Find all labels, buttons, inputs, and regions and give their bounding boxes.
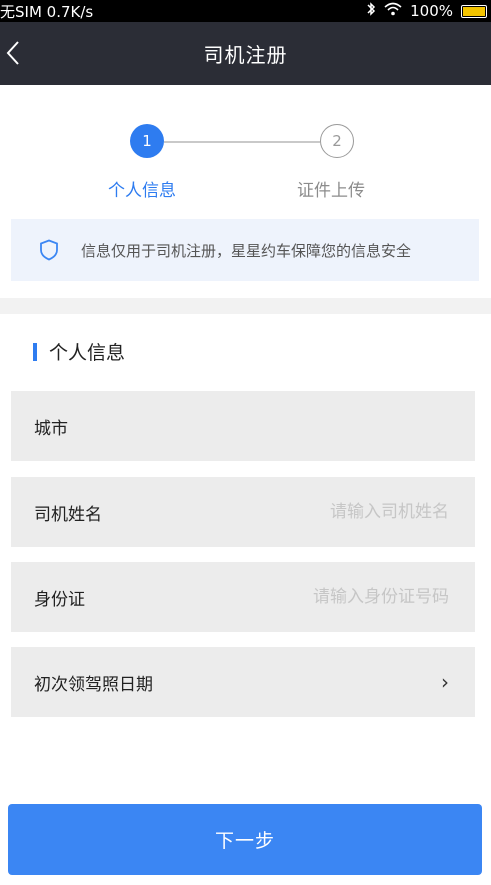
step-connector bbox=[164, 141, 320, 143]
section-title: 个人信息 bbox=[49, 342, 126, 364]
carrier-text: 无SIM 0.7K/s bbox=[0, 2, 94, 21]
driver-name-input[interactable] bbox=[229, 502, 449, 522]
step-1-circle: 1 bbox=[130, 124, 164, 158]
license-date-field[interactable]: 初次领驾照日期 › bbox=[11, 647, 475, 717]
nav-bar: 司机注册 bbox=[0, 22, 491, 85]
notice-text: 信息仅用于司机注册，星星约车保障您的信息安全 bbox=[81, 241, 412, 260]
section-accent-bar bbox=[33, 342, 37, 361]
id-card-label: 身份证 bbox=[34, 589, 85, 610]
bluetooth-icon bbox=[366, 2, 376, 20]
wifi-icon bbox=[384, 2, 402, 20]
city-field[interactable]: 城市 bbox=[11, 391, 475, 461]
license-date-label: 初次领驾照日期 bbox=[34, 674, 153, 695]
section-divider bbox=[0, 298, 491, 314]
step-indicator: 1 2 个人信息 证件上传 bbox=[0, 120, 491, 210]
next-step-button[interactable]: 下一步 bbox=[8, 804, 482, 875]
chevron-right-icon[interactable]: › bbox=[441, 670, 449, 694]
id-card-input[interactable] bbox=[229, 587, 449, 607]
status-bar: 无SIM 0.7K/s 100% bbox=[0, 0, 491, 22]
chevron-left-icon[interactable] bbox=[6, 40, 30, 68]
status-icons: 100% bbox=[366, 2, 491, 20]
city-label: 城市 bbox=[34, 418, 68, 439]
privacy-notice: 信息仅用于司机注册，星星约车保障您的信息安全 bbox=[11, 219, 479, 281]
step-2-circle: 2 bbox=[320, 124, 354, 158]
step-1-label: 个人信息 bbox=[108, 181, 176, 201]
driver-name-field[interactable]: 司机姓名 bbox=[11, 477, 475, 547]
id-card-field[interactable]: 身份证 bbox=[11, 562, 475, 632]
battery-icon bbox=[461, 4, 487, 18]
page-title: 司机注册 bbox=[203, 43, 288, 67]
battery-text: 100% bbox=[410, 2, 453, 20]
section-header: 个人信息 bbox=[33, 338, 125, 365]
driver-name-label: 司机姓名 bbox=[34, 504, 102, 525]
step-2-label: 证件上传 bbox=[297, 181, 365, 201]
shield-icon bbox=[39, 238, 61, 262]
